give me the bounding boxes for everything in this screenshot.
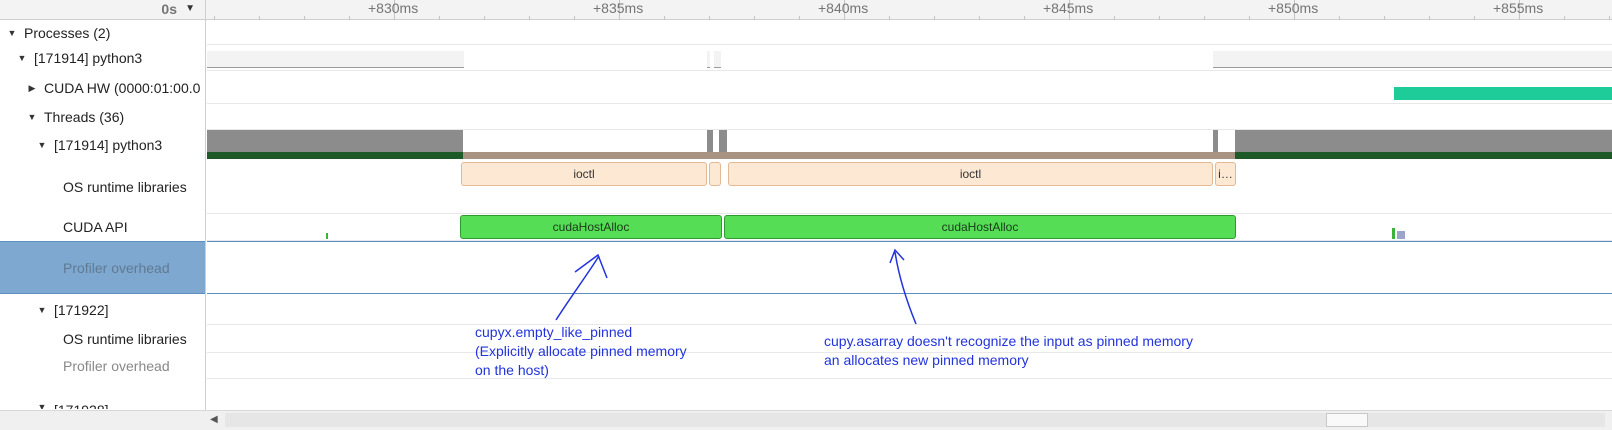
collapse-icon[interactable]: ▼	[37, 140, 47, 150]
tree-row-threads[interactable]: ▼ Threads (36)	[0, 104, 205, 130]
annotation-empty-like-pinned: cupyx.empty_like_pinned (Explicitly allo…	[475, 323, 687, 380]
ruler-tick-label: +830ms	[368, 0, 419, 16]
horizontal-scrollbar[interactable]: ◀	[0, 410, 1612, 430]
timeline-header: 0s ▼ +830ms +835ms +840ms +845ms +850ms +855m…	[0, 0, 1612, 20]
ruler-tick-label: +845ms	[1043, 0, 1094, 16]
tree-row-cuda-api[interactable]: CUDA API	[0, 214, 205, 240]
chevron-down-icon[interactable]: ▼	[185, 3, 195, 14]
annotation-line: (Explicitly allocate pinned memory	[475, 343, 687, 359]
annotation-line: cupyx.empty_like_pinned	[475, 324, 633, 340]
arrow-left-head	[574, 253, 608, 279]
timeline-tree: ▼ Processes (2) ▼ [171914] python3 ▶ CUD…	[0, 20, 206, 410]
tree-row-label: Profiler overhead	[63, 259, 170, 276]
scrollbar-thumb[interactable]	[1326, 413, 1368, 427]
tree-row-label: Threads (36)	[44, 109, 125, 125]
tree-row-label: [171914] python3	[54, 137, 163, 153]
tree-row-label: Profiler overhead	[63, 358, 170, 374]
tree-row-label: [171928]	[54, 401, 109, 409]
tree-row-profiler-overhead-selected[interactable]: Profiler overhead	[0, 241, 205, 294]
tree-row-thread-171928[interactable]: ▼ [171928]	[0, 379, 205, 409]
time-origin-label: 0s	[161, 1, 177, 17]
collapse-icon[interactable]: ▼	[37, 305, 47, 315]
ruler-tick-label: +835ms	[593, 0, 644, 16]
tree-row-process-171914[interactable]: ▼ [171914] python3	[0, 45, 205, 71]
scrollbar-track[interactable]	[225, 413, 1605, 427]
tree-row-label: CUDA HW (0000:01:00.0	[44, 79, 201, 96]
collapse-icon[interactable]: ▼	[37, 402, 47, 409]
tree-row-os-runtime-2[interactable]: OS runtime libraries	[0, 325, 205, 353]
collapse-icon[interactable]: ▼	[17, 53, 27, 63]
arrow-right-shaft	[894, 251, 917, 325]
expand-icon[interactable]: ▶	[27, 83, 37, 93]
tree-row-label: [171922]	[54, 302, 109, 318]
ruler-tick-label: +850ms	[1268, 0, 1319, 16]
timeline-area[interactable]: ioctl ioctl i… cudaHostAlloc cudaHostAll…	[207, 20, 1612, 410]
time-origin-selector[interactable]: 0s ▼	[0, 0, 206, 20]
tree-row-os-runtime[interactable]: OS runtime libraries	[0, 160, 205, 214]
tree-row-cuda-hw[interactable]: ▶ CUDA HW (0000:01:00.0	[0, 71, 205, 104]
tree-row-thread-171914[interactable]: ▼ [171914] python3	[0, 130, 205, 160]
tree-row-label: CUDA API	[63, 219, 128, 235]
tree-row-label: OS runtime libraries	[63, 179, 187, 195]
collapse-icon[interactable]: ▼	[27, 112, 37, 122]
ruler-tick-label: +855ms	[1493, 0, 1544, 16]
tree-row-processes[interactable]: ▼ Processes (2)	[0, 21, 205, 45]
scroll-left-icon[interactable]: ◀	[210, 414, 218, 425]
tree-row-profiler-overhead-2[interactable]: Profiler overhead	[0, 353, 205, 379]
time-ruler[interactable]: +830ms +835ms +840ms +845ms +850ms +855ms	[207, 0, 1612, 20]
tree-row-label: [171914] python3	[34, 50, 143, 66]
annotation-asarray: cupy.asarray doesn't recognize the input…	[824, 332, 1193, 370]
tree-row-label: OS runtime libraries	[63, 331, 187, 347]
arrow-left-shaft	[555, 255, 600, 321]
annotation-line: an allocates new pinned memory	[824, 352, 1029, 368]
ruler-tick-label: +840ms	[818, 0, 869, 16]
tree-row-label: Processes (2)	[24, 25, 111, 41]
annotation-line: on the host)	[475, 362, 549, 378]
collapse-icon[interactable]: ▼	[7, 28, 17, 38]
tree-row-thread-171922[interactable]: ▼ [171922]	[0, 295, 205, 325]
annotation-line: cupy.asarray doesn't recognize the input…	[824, 333, 1193, 349]
